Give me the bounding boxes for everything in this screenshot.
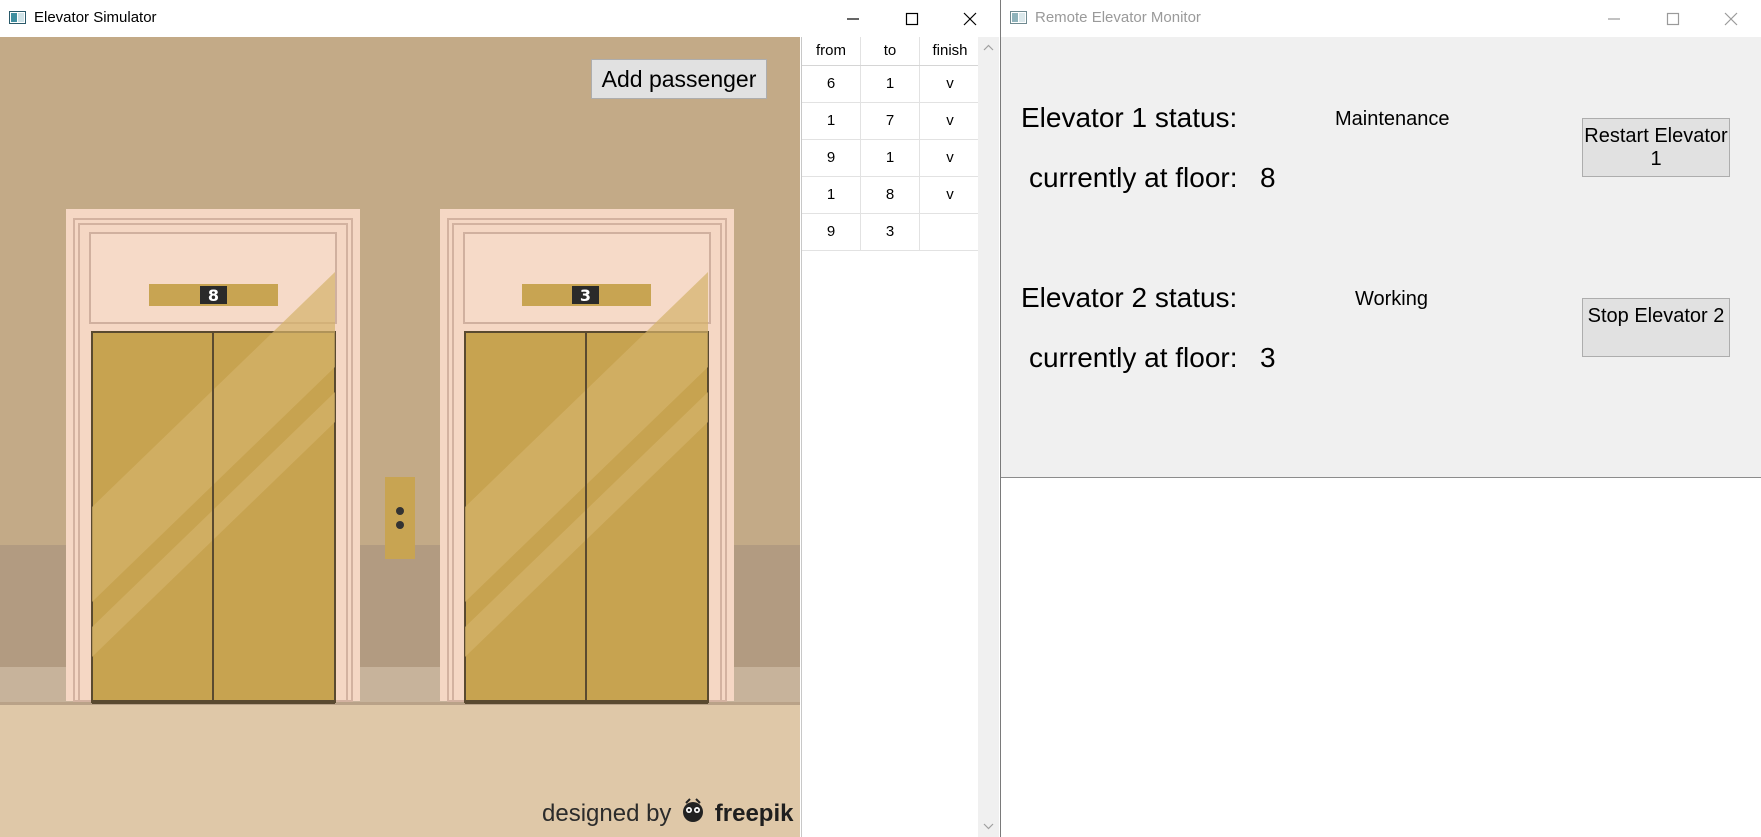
- maximize-button[interactable]: [1644, 0, 1702, 37]
- minimize-icon: [1608, 18, 1620, 20]
- scene-illustration: 8 3: [0, 37, 800, 837]
- call-button-panel[interactable]: [385, 477, 415, 559]
- titlebar[interactable]: Remote Elevator Monitor: [1001, 0, 1761, 37]
- window-title: Remote Elevator Monitor: [1035, 9, 1201, 26]
- restart-elevator-1-button[interactable]: Restart Elevator 1: [1582, 118, 1730, 177]
- cell-from[interactable]: 9: [802, 214, 861, 250]
- close-icon: [963, 12, 977, 26]
- passenger-grid: from to finish 6 1 v 1 7 v 9 1 v 1 8 v 9…: [802, 37, 980, 251]
- cell-from[interactable]: 1: [802, 177, 861, 213]
- elevator-2-floor-label: currently at floor:: [1029, 342, 1238, 373]
- table-row[interactable]: 9 1 v: [802, 140, 980, 177]
- minimize-button[interactable]: [824, 0, 882, 37]
- passenger-table[interactable]: from to finish 6 1 v 1 7 v 9 1 v 1 8 v 9…: [801, 37, 980, 837]
- cell-from[interactable]: 6: [802, 66, 861, 102]
- window-title: Elevator Simulator: [34, 9, 157, 26]
- close-icon: [1724, 12, 1738, 26]
- app-icon: [1010, 11, 1027, 24]
- stop-elevator-2-button[interactable]: Stop Elevator 2: [1582, 298, 1730, 357]
- app-icon: [9, 11, 26, 24]
- cell-to[interactable]: 1: [861, 140, 920, 176]
- monitor-panel: Elevator 1 status: Maintenance currently…: [1001, 37, 1761, 478]
- cell-from[interactable]: 1: [802, 103, 861, 139]
- table-row[interactable]: 1 7 v: [802, 103, 980, 140]
- freepik-credit: designed by freepik: [542, 798, 793, 828]
- freepik-logo-icon: [683, 798, 704, 822]
- close-button[interactable]: [1702, 0, 1760, 37]
- header-to[interactable]: to: [861, 37, 920, 65]
- close-button[interactable]: [941, 0, 999, 37]
- elevator-1-floor-label: currently at floor:: [1029, 162, 1238, 193]
- cell-finish[interactable]: v: [920, 66, 980, 102]
- cell-to[interactable]: 1: [861, 66, 920, 102]
- elevator-1-floor-value: 8: [1260, 162, 1276, 193]
- elevator-2-status-value: Working: [1355, 288, 1428, 310]
- scroll-up-icon[interactable]: [978, 39, 999, 57]
- cell-to[interactable]: 8: [861, 177, 920, 213]
- cell-to[interactable]: 7: [861, 103, 920, 139]
- elevator-2-floor-value: 3: [1260, 342, 1276, 373]
- credit-brand: freepik: [714, 800, 794, 827]
- elevator-2-status-label: Elevator 2 status:: [1021, 282, 1238, 313]
- minimize-icon: [847, 18, 859, 20]
- maximize-icon: [905, 12, 919, 26]
- elevator-simulator-window: Elevator Simulator 8 3 Add passenger des…: [0, 0, 1001, 837]
- elevator-2: 3: [440, 209, 734, 704]
- header-from[interactable]: from: [802, 37, 861, 65]
- credit-prefix: designed by: [542, 800, 672, 827]
- add-passenger-button[interactable]: Add passenger: [591, 59, 767, 99]
- cell-to[interactable]: 3: [861, 214, 920, 250]
- table-header-row: from to finish: [802, 37, 980, 66]
- elevator-1-status-value: Maintenance: [1335, 108, 1450, 130]
- header-finish[interactable]: finish: [920, 37, 980, 65]
- table-row[interactable]: 6 1 v: [802, 66, 980, 103]
- cell-from[interactable]: 9: [802, 140, 861, 176]
- titlebar[interactable]: Elevator Simulator: [0, 0, 1000, 37]
- cell-finish[interactable]: v: [920, 103, 980, 139]
- floor-display-1: 8: [208, 286, 219, 305]
- cell-finish[interactable]: v: [920, 177, 980, 213]
- scroll-down-icon[interactable]: [978, 817, 999, 835]
- maximize-button[interactable]: [883, 0, 941, 37]
- minimize-button[interactable]: [1585, 0, 1643, 37]
- table-scrollbar[interactable]: [978, 37, 999, 837]
- elevator-scene: 8 3 Add passenger designed by freepik: [0, 37, 800, 837]
- elevator-1: 8: [66, 209, 360, 704]
- elevator-1-status-label: Elevator 1 status:: [1021, 102, 1238, 133]
- cell-finish[interactable]: v: [920, 140, 980, 176]
- cell-finish[interactable]: [920, 214, 980, 250]
- remote-monitor-window: Remote Elevator Monitor Elevator 1 statu…: [1001, 0, 1761, 837]
- floor-display-2: 3: [580, 286, 591, 305]
- table-row[interactable]: 9 3: [802, 214, 980, 251]
- table-row[interactable]: 1 8 v: [802, 177, 980, 214]
- maximize-icon: [1666, 12, 1680, 26]
